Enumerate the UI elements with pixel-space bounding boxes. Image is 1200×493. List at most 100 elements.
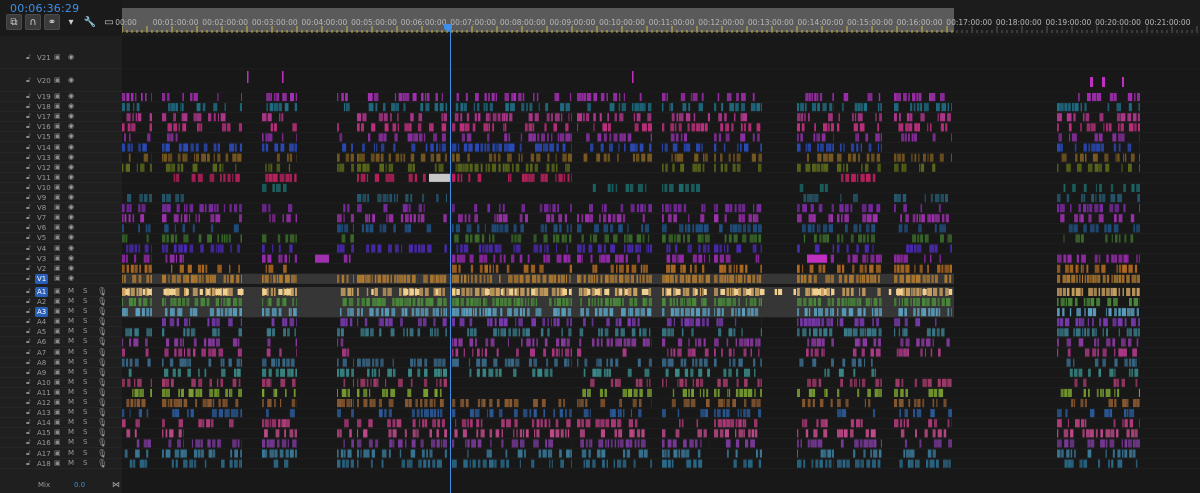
lock-icon[interactable]: 🔓︎ <box>26 163 31 172</box>
sync-lock-icon[interactable]: ▣ <box>54 264 61 272</box>
microphone-icon[interactable]: 🎙︎ <box>97 358 107 367</box>
sync-lock-icon[interactable]: ▣ <box>54 143 61 151</box>
track-name[interactable]: A8 <box>35 358 48 368</box>
lock-icon[interactable]: 🔓︎ <box>26 418 31 427</box>
sync-lock-icon[interactable]: ▣ <box>54 287 61 295</box>
snap-icon[interactable]: ∩ <box>25 14 41 30</box>
mute-button[interactable]: M <box>68 358 74 366</box>
sync-lock-icon[interactable]: ▣ <box>54 76 61 84</box>
eye-icon[interactable]: ◉ <box>68 112 74 120</box>
wrench-icon[interactable]: 🔧 <box>82 14 98 30</box>
mute-button[interactable]: M <box>68 388 74 396</box>
sync-lock-icon[interactable]: ▣ <box>54 244 61 252</box>
lock-icon[interactable]: 🔓︎ <box>26 92 31 101</box>
microphone-icon[interactable]: 🎙︎ <box>97 428 107 437</box>
sync-lock-icon[interactable]: ▣ <box>54 307 61 315</box>
lock-icon[interactable]: 🔓︎ <box>26 193 31 202</box>
mute-button[interactable]: M <box>68 307 74 315</box>
microphone-icon[interactable]: 🎙︎ <box>97 337 107 346</box>
lock-icon[interactable]: 🔓︎ <box>26 233 31 242</box>
lock-icon[interactable]: 🔓︎ <box>26 388 31 397</box>
track-name[interactable]: A14 <box>35 418 53 428</box>
solo-button[interactable]: S <box>83 459 87 467</box>
solo-button[interactable]: S <box>83 317 87 325</box>
microphone-icon[interactable]: 🎙︎ <box>97 378 107 387</box>
lock-icon[interactable]: 🔓︎ <box>26 264 31 273</box>
mute-button[interactable]: M <box>68 378 74 386</box>
track-name[interactable]: V10 <box>35 183 53 193</box>
track-name[interactable]: A18 <box>35 459 53 469</box>
playhead-line[interactable] <box>450 24 451 493</box>
mute-button[interactable]: M <box>68 317 74 325</box>
sync-lock-icon[interactable]: ▣ <box>54 183 61 191</box>
solo-button[interactable]: S <box>83 449 87 457</box>
lock-icon[interactable]: 🔓︎ <box>26 378 31 387</box>
eye-icon[interactable]: ◉ <box>68 183 74 191</box>
track-name[interactable]: V2 <box>35 264 48 274</box>
lock-icon[interactable]: 🔓︎ <box>26 183 31 192</box>
mute-button[interactable]: M <box>68 368 74 376</box>
solo-button[interactable]: S <box>83 327 87 335</box>
sync-lock-icon[interactable]: ▣ <box>54 274 61 282</box>
microphone-icon[interactable]: 🎙︎ <box>97 307 107 316</box>
eye-icon[interactable]: ◉ <box>68 163 74 171</box>
sync-lock-icon[interactable]: ▣ <box>54 418 61 426</box>
sync-lock-icon[interactable]: ▣ <box>54 122 61 130</box>
track-name[interactable]: V16 <box>35 122 53 132</box>
mute-button[interactable]: M <box>68 287 74 295</box>
sync-lock-icon[interactable]: ▣ <box>54 337 61 345</box>
eye-icon[interactable]: ◉ <box>68 153 74 161</box>
clip-canvas[interactable] <box>122 36 1200 493</box>
sync-lock-icon[interactable]: ▣ <box>54 358 61 366</box>
sync-lock-icon[interactable]: ▣ <box>54 223 61 231</box>
eye-icon[interactable]: ◉ <box>68 244 74 252</box>
track-name[interactable]: A15 <box>35 428 53 438</box>
microphone-icon[interactable]: 🎙︎ <box>97 317 107 326</box>
track-name[interactable]: V17 <box>35 112 53 122</box>
microphone-icon[interactable]: 🎙︎ <box>97 449 107 458</box>
microphone-icon[interactable]: 🎙︎ <box>97 459 107 468</box>
lock-icon[interactable]: 🔓︎ <box>26 173 31 182</box>
sync-lock-icon[interactable]: ▣ <box>54 449 61 457</box>
track-name[interactable]: V19 <box>35 92 53 102</box>
sync-lock-icon[interactable]: ▣ <box>54 132 61 140</box>
mute-button[interactable]: M <box>68 449 74 457</box>
mute-button[interactable]: M <box>68 297 74 305</box>
track-name[interactable]: V8 <box>35 203 48 213</box>
eye-icon[interactable]: ◉ <box>68 122 74 130</box>
track-name[interactable]: A16 <box>35 438 53 448</box>
sync-lock-icon[interactable]: ▣ <box>54 163 61 171</box>
eye-icon[interactable]: ◉ <box>68 53 74 61</box>
lock-icon[interactable]: 🔓︎ <box>26 102 31 111</box>
eye-icon[interactable]: ◉ <box>68 76 74 84</box>
lock-icon[interactable]: 🔓︎ <box>26 297 31 306</box>
lock-icon[interactable]: 🔓︎ <box>26 368 31 377</box>
eye-icon[interactable]: ◉ <box>68 264 74 272</box>
mute-button[interactable]: M <box>68 348 74 356</box>
mute-button[interactable]: M <box>68 398 74 406</box>
sync-lock-icon[interactable]: ▣ <box>54 213 61 221</box>
microphone-icon[interactable]: 🎙︎ <box>97 297 107 306</box>
sync-lock-icon[interactable]: ▣ <box>54 378 61 386</box>
sync-lock-icon[interactable]: ▣ <box>54 254 61 262</box>
sync-lock-icon[interactable]: ▣ <box>54 297 61 305</box>
lock-icon[interactable]: 🔓︎ <box>26 327 31 336</box>
eye-icon[interactable]: ◉ <box>68 92 74 100</box>
track-name[interactable]: V18 <box>35 102 53 112</box>
mix-end-icon[interactable]: ⋈ <box>112 480 120 489</box>
lock-icon[interactable]: 🔓︎ <box>26 358 31 367</box>
lock-icon[interactable]: 🔓︎ <box>26 307 31 316</box>
microphone-icon[interactable]: 🎙︎ <box>97 348 107 357</box>
sync-lock-icon[interactable]: ▣ <box>54 102 61 110</box>
solo-button[interactable]: S <box>83 337 87 345</box>
solo-button[interactable]: S <box>83 358 87 366</box>
lock-icon[interactable]: 🔓︎ <box>26 153 31 162</box>
sync-lock-icon[interactable]: ▣ <box>54 153 61 161</box>
solo-button[interactable]: S <box>83 398 87 406</box>
track-name[interactable]: V21 <box>35 53 53 63</box>
linked-selection-icon[interactable]: ⚭ <box>44 14 60 30</box>
microphone-icon[interactable]: 🎙︎ <box>97 287 107 296</box>
lock-icon[interactable]: 🔓︎ <box>26 337 31 346</box>
track-name[interactable]: A17 <box>35 449 53 459</box>
eye-icon[interactable]: ◉ <box>68 193 74 201</box>
